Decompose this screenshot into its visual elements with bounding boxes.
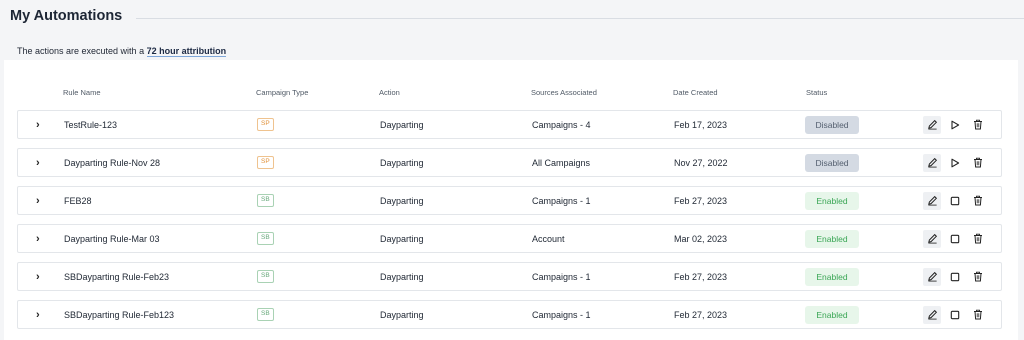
automation-row[interactable]: › Dayparting Rule-Mar 03 SB Dayparting A… xyxy=(17,224,1002,253)
trash-icon[interactable] xyxy=(969,268,987,286)
expand-row-icon[interactable]: › xyxy=(36,187,40,214)
rule-name: SBDayparting Rule-Feb23 xyxy=(64,271,170,282)
pencil-icon[interactable] xyxy=(923,153,941,172)
campaign-type-cell: SB xyxy=(257,225,274,252)
date-created: Nov 27, 2022 xyxy=(674,157,728,168)
status-cell: Enabled xyxy=(805,225,859,252)
col-header-action: Action xyxy=(379,88,400,97)
automation-row[interactable]: › TestRule-123 SP Dayparting Campaigns -… xyxy=(17,110,1002,139)
row-actions xyxy=(923,263,987,290)
status-badge: Enabled xyxy=(805,267,859,286)
page-title: My Automations xyxy=(10,8,123,24)
expand-row-icon[interactable]: › xyxy=(36,149,40,176)
col-header-campaign-type: Campaign Type xyxy=(256,88,309,97)
campaign-type-badge: SB xyxy=(257,232,274,245)
trash-icon[interactable] xyxy=(969,192,987,210)
date-created: Feb 17, 2023 xyxy=(674,119,728,130)
automation-row[interactable]: › SBDayparting Rule-Feb23 SB Dayparting … xyxy=(17,262,1002,291)
date-created: Feb 27, 2023 xyxy=(674,309,728,320)
stop-icon[interactable] xyxy=(946,230,964,248)
row-actions xyxy=(923,301,987,328)
rule-name: Dayparting Rule-Nov 28 xyxy=(64,157,161,168)
stop-icon[interactable] xyxy=(946,192,964,210)
status-cell: Disabled xyxy=(805,149,859,176)
action-name: Dayparting xyxy=(380,157,424,168)
automation-row[interactable]: › SBDayparting Rule-Feb123 SB Dayparting… xyxy=(17,300,1002,329)
sources-associated: Campaigns - 1 xyxy=(532,195,591,206)
campaign-type-cell: SP xyxy=(257,149,274,176)
automation-row[interactable]: › Dayparting Rule-Nov 28 SP Dayparting A… xyxy=(17,148,1002,177)
status-badge: Enabled xyxy=(805,305,859,324)
row-actions xyxy=(923,111,987,138)
col-header-sources: Sources Associated xyxy=(531,88,597,97)
stop-icon[interactable] xyxy=(946,268,964,286)
expand-row-icon[interactable]: › xyxy=(36,301,40,328)
action-name: Dayparting xyxy=(380,271,424,282)
rule-name: Dayparting Rule-Mar 03 xyxy=(64,233,160,244)
campaign-type-cell: SP xyxy=(257,111,274,138)
action-name: Dayparting xyxy=(380,309,424,320)
sources-associated: Campaigns - 1 xyxy=(532,309,591,320)
pencil-icon[interactable] xyxy=(923,305,941,324)
campaign-type-cell: SB xyxy=(257,187,274,214)
status-badge: Disabled xyxy=(805,115,859,134)
stop-icon[interactable] xyxy=(946,306,964,324)
pencil-icon[interactable] xyxy=(923,115,941,134)
attribution-prefix: The actions are executed with a xyxy=(17,46,147,56)
rule-name: FEB28 xyxy=(64,195,92,206)
expand-row-icon[interactable]: › xyxy=(36,225,40,252)
date-created: Feb 27, 2023 xyxy=(674,271,728,282)
campaign-type-badge: SP xyxy=(257,118,274,131)
date-created: Feb 27, 2023 xyxy=(674,195,728,206)
rule-name: SBDayparting Rule-Feb123 xyxy=(64,309,175,320)
sources-associated: Campaigns - 4 xyxy=(532,119,591,130)
attribution-value[interactable]: 72 hour attribution xyxy=(146,46,227,57)
trash-icon[interactable] xyxy=(969,154,987,172)
rule-name: TestRule-123 xyxy=(64,119,118,130)
col-header-rule-name: Rule Name xyxy=(63,88,101,97)
expand-row-icon[interactable]: › xyxy=(36,263,40,290)
expand-row-icon[interactable]: › xyxy=(36,111,40,138)
action-name: Dayparting xyxy=(380,233,424,244)
status-badge: Disabled xyxy=(805,153,859,172)
attribution-note: The actions are executed with a 72 hour … xyxy=(17,46,227,57)
trash-icon[interactable] xyxy=(969,230,987,248)
pencil-icon[interactable] xyxy=(923,267,941,286)
campaign-type-badge: SP xyxy=(257,156,274,169)
row-actions xyxy=(923,149,987,176)
status-cell: Enabled xyxy=(805,187,859,214)
row-actions xyxy=(923,187,987,214)
action-name: Dayparting xyxy=(380,119,424,130)
sources-associated: Campaigns - 1 xyxy=(532,271,591,282)
status-cell: Enabled xyxy=(805,263,859,290)
status-badge: Enabled xyxy=(805,191,859,210)
page-header: My Automations xyxy=(10,6,1024,26)
campaign-type-cell: SB xyxy=(257,263,274,290)
campaign-type-badge: SB xyxy=(257,308,274,321)
col-header-status: Status xyxy=(806,88,828,97)
play-icon[interactable] xyxy=(946,154,964,172)
campaign-type-badge: SB xyxy=(257,270,274,283)
trash-icon[interactable] xyxy=(969,116,987,134)
sources-associated: Account xyxy=(532,233,565,244)
status-cell: Enabled xyxy=(805,301,859,328)
row-actions xyxy=(923,225,987,252)
action-name: Dayparting xyxy=(380,195,424,206)
header-divider xyxy=(136,17,1024,19)
col-header-date-created: Date Created xyxy=(673,88,718,97)
pencil-icon[interactable] xyxy=(923,229,941,248)
pencil-icon[interactable] xyxy=(923,191,941,210)
sources-associated: All Campaigns xyxy=(532,157,591,168)
status-cell: Disabled xyxy=(805,111,859,138)
automation-row[interactable]: › FEB28 SB Dayparting Campaigns - 1 Feb … xyxy=(17,186,1002,215)
trash-icon[interactable] xyxy=(969,306,987,324)
campaign-type-cell: SB xyxy=(257,301,274,328)
date-created: Mar 02, 2023 xyxy=(674,233,728,244)
play-icon[interactable] xyxy=(946,116,964,134)
campaign-type-badge: SB xyxy=(257,194,274,207)
status-badge: Enabled xyxy=(805,229,859,248)
